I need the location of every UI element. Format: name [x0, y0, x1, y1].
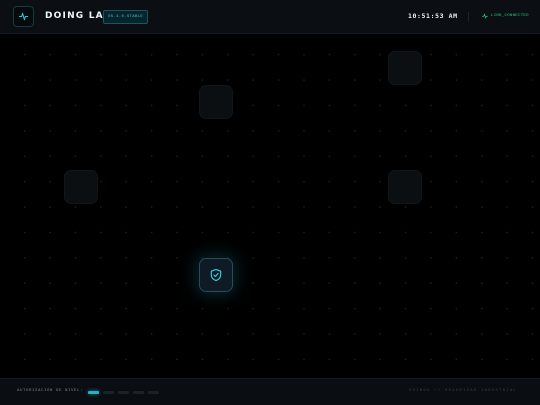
connection-status: LINK_CONNECTED	[482, 13, 529, 19]
app-title: DOING LAB	[45, 11, 112, 21]
top-bar: DOING LAB OS.4.0.STABLE 10:51:53 AM LINK…	[0, 0, 540, 34]
header-divider	[468, 12, 469, 22]
clock: 10:51:53 AM	[408, 12, 458, 20]
level-bar	[118, 391, 129, 394]
level-bar	[103, 391, 114, 394]
node-canvas[interactable]	[0, 34, 540, 378]
ghost-node[interactable]	[388, 51, 422, 85]
activity-icon	[18, 12, 29, 21]
status-text: LINK_CONNECTED	[491, 14, 529, 18]
auth-level-label: AUTORIZACIÓN DE NIVEL:	[17, 389, 84, 393]
logo[interactable]	[13, 6, 34, 27]
security-node[interactable]	[199, 258, 233, 292]
level-bar	[133, 391, 144, 394]
shield-check-icon	[210, 268, 222, 282]
bottom-bar: AUTORIZACIÓN DE NIVEL: DOINGX // SEGURID…	[0, 378, 540, 405]
auth-level-indicator	[88, 391, 163, 394]
pulse-icon	[482, 13, 488, 19]
level-bar	[148, 391, 159, 394]
ghost-node[interactable]	[199, 85, 233, 119]
footer-brand: DOINGX // SEGURIDAD INDUSTRIAL	[409, 389, 518, 393]
ghost-node[interactable]	[64, 170, 98, 204]
version-badge: OS.4.0.STABLE	[103, 10, 149, 24]
level-bar	[88, 391, 99, 394]
ghost-node[interactable]	[388, 170, 422, 204]
